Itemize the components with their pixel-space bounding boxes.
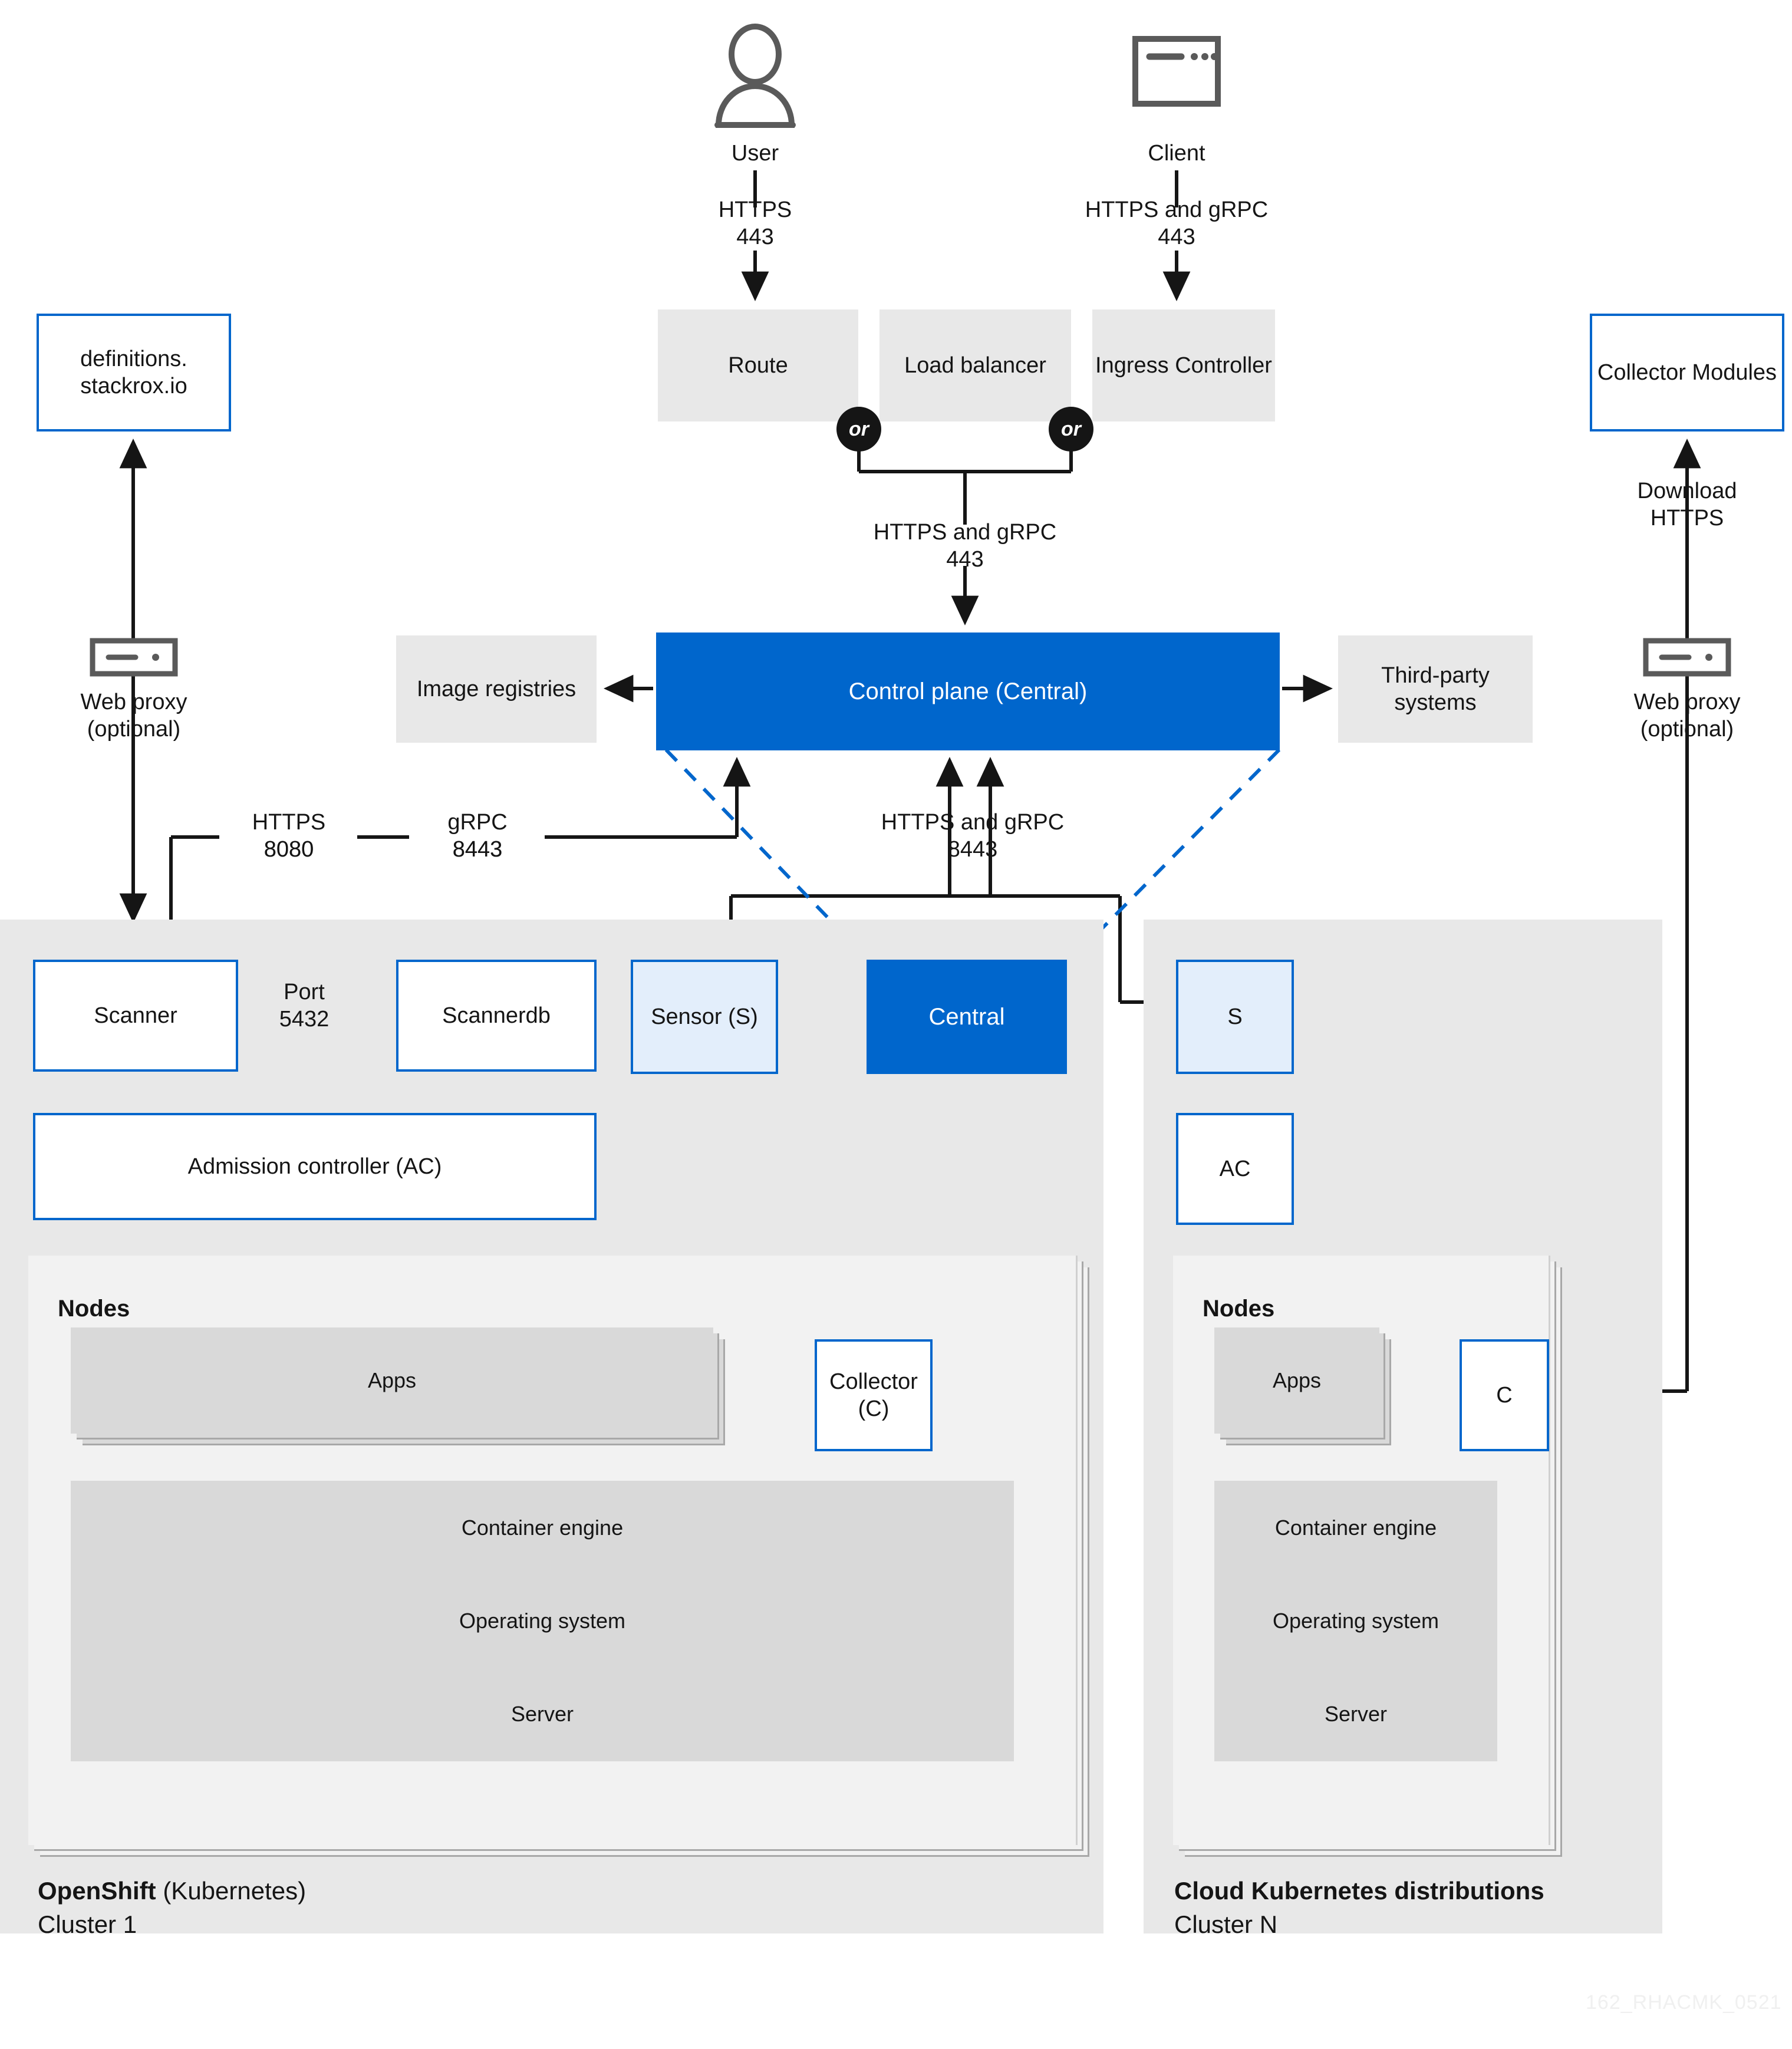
admission-controller-box[interactable]: Admission controller (AC) <box>33 1113 597 1220</box>
container-engine-box-cloud[interactable]: Container engine <box>1214 1481 1497 1575</box>
openshift-title-rest: (Kubernetes) <box>156 1877 307 1905</box>
central-box[interactable]: Central <box>867 960 1067 1074</box>
collector-box[interactable]: Collector (C) <box>815 1339 933 1451</box>
server-box-openshift[interactable]: Server <box>71 1667 1014 1761</box>
scanner-https-flow-label-top: HTTPS 8080 <box>252 810 326 862</box>
openshift-cluster-subtitle: Cluster 1 <box>38 1910 137 1938</box>
server-box-cloud[interactable]: Server <box>1214 1667 1497 1761</box>
user-icon <box>704 24 806 130</box>
client-label: Client <box>1148 141 1205 166</box>
apps-box-openshift[interactable]: Apps <box>71 1327 713 1434</box>
user-label: User <box>731 141 779 166</box>
image-registries-box[interactable]: Image registries <box>396 635 597 743</box>
or-badge-left: or <box>836 407 881 452</box>
cloud-sensor-box[interactable]: S <box>1176 960 1294 1074</box>
cloud-title-bold: Cloud Kubernetes distributions <box>1174 1877 1544 1905</box>
scanner-box[interactable]: Scanner <box>33 960 238 1072</box>
openshift-title-bold: OpenShift <box>38 1877 156 1905</box>
cloud-cluster-title: Cloud Kubernetes distributions Cluster N <box>1174 1875 1764 1941</box>
scannerdb-box[interactable]: Scannerdb <box>396 960 597 1072</box>
third-party-systems-box[interactable]: Third-party systems <box>1338 635 1533 743</box>
definitions-host-box[interactable]: definitions. stackrox.io <box>37 314 231 431</box>
container-engine-box-openshift[interactable]: Container engine <box>71 1481 1014 1575</box>
operating-system-box-cloud[interactable]: Operating system <box>1214 1574 1497 1668</box>
or-badge-right: or <box>1049 407 1093 452</box>
nodes-title-openshift: Nodes <box>58 1296 130 1322</box>
web-proxy-right-label: Web proxy (optional) <box>1633 690 1741 742</box>
client-flow-label: HTTPS and gRPC 443 <box>1085 197 1269 250</box>
cloud-cluster-subtitle: Cluster N <box>1174 1910 1278 1938</box>
window-icon <box>1132 35 1221 107</box>
ingress-controller-box[interactable]: Ingress Controller <box>1092 309 1275 421</box>
cloud-collector-box[interactable]: C <box>1460 1339 1549 1451</box>
load-balancer-box[interactable]: Load balancer <box>879 309 1071 421</box>
scanner-db-port-label: Port 5432 <box>279 980 330 1032</box>
user-flow-label: HTTPS 443 <box>718 197 792 250</box>
architecture-diagram: User HTTPS 443 Client HTTPS and gRPC 443… <box>0 0 1792 2049</box>
collector-modules-box[interactable]: Collector Modules <box>1590 314 1784 431</box>
web-proxy-left-icon <box>90 638 178 677</box>
download-flow-label: Download HTTPS <box>1637 479 1737 531</box>
route-box[interactable]: Route <box>658 309 858 421</box>
control-plane-box[interactable]: Control plane (Central) <box>656 633 1280 750</box>
web-proxy-right-icon <box>1643 638 1731 677</box>
apps-box-cloud[interactable]: Apps <box>1214 1327 1379 1434</box>
web-proxy-left-label: Web proxy (optional) <box>80 690 187 742</box>
openshift-cluster-title: OpenShift (Kubernetes) Cluster 1 <box>38 1875 745 1941</box>
ingress-to-cp-flow-label: HTTPS and gRPC 443 <box>873 520 1057 572</box>
scanner-grpc-flow-label-top: gRPC 8443 <box>447 810 508 862</box>
sensor-central-flow-label: HTTPS and gRPC 8443 <box>881 810 1065 862</box>
cloud-admission-controller-box[interactable]: AC <box>1176 1113 1294 1225</box>
watermark-label: 162_RHACMK_0521 <box>1586 1991 1782 2014</box>
nodes-title-cloud: Nodes <box>1203 1296 1275 1322</box>
sensor-box[interactable]: Sensor (S) <box>631 960 778 1074</box>
operating-system-box-openshift[interactable]: Operating system <box>71 1574 1014 1668</box>
